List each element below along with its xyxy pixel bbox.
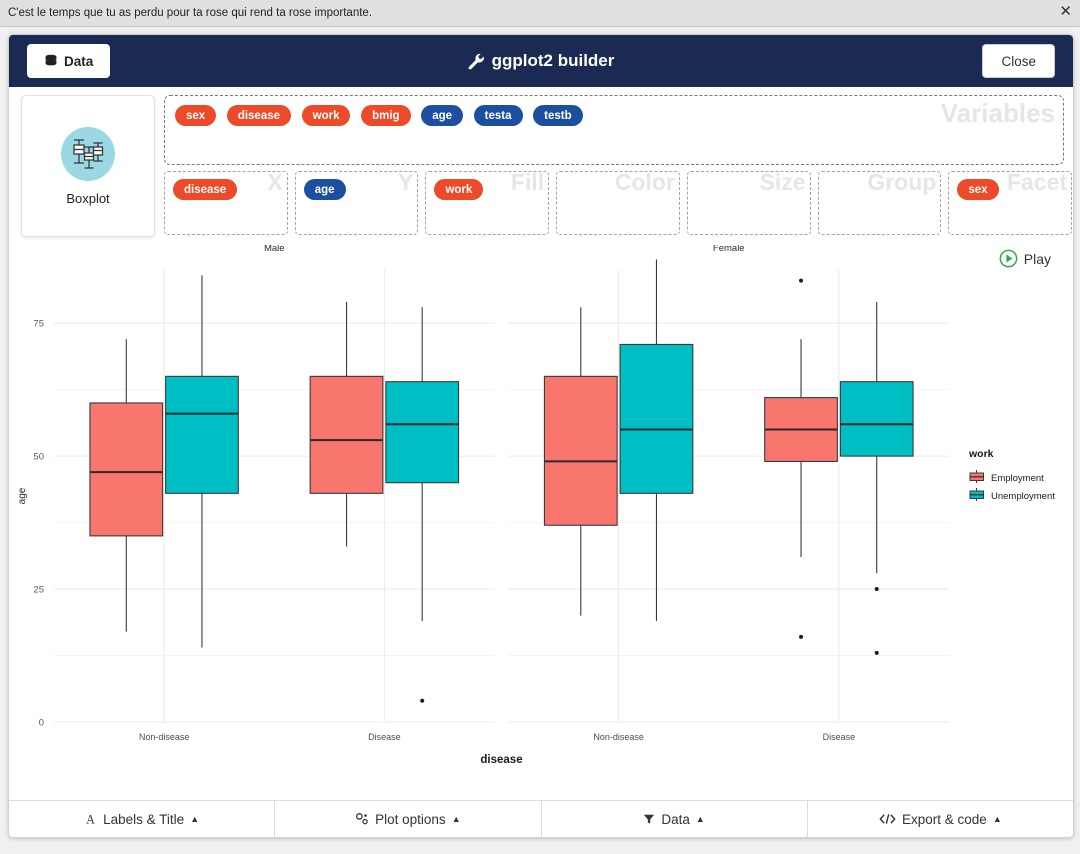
y-tick-label: 0 <box>39 718 44 729</box>
geom-card-boxplot[interactable]: Boxplot <box>21 95 155 237</box>
y-axis-title: age <box>17 487 28 504</box>
x-axis-title: disease <box>480 754 522 766</box>
database-icon <box>45 54 57 66</box>
slot-facet-pill[interactable]: sex <box>957 179 999 200</box>
slot-fill-pill[interactable]: work <box>434 179 484 200</box>
boxplot-box <box>309 375 384 494</box>
geom-label: Boxplot <box>66 190 110 206</box>
slot-x-watermark: X <box>267 171 283 195</box>
legend-title: work <box>968 448 994 460</box>
slot-y-pill[interactable]: age <box>303 179 346 200</box>
boxplot-outlier <box>874 587 879 592</box>
data-button-label: Data <box>64 53 94 69</box>
aesthetic-slots: X disease Y age Fill work Color Size Gro… <box>164 171 1073 235</box>
data-button[interactable]: Data <box>27 44 111 78</box>
legend-entry-label: Employment <box>991 473 1044 484</box>
notification-bar: C'est le temps que tu as perdu pour ta r… <box>0 0 1080 27</box>
boxplot-box <box>385 381 460 484</box>
modal-header: Data ggplot2 builder Close <box>9 35 1073 87</box>
footer-toolbar: A Labels & Title ▲ Plot options ▲ Data ▲ <box>9 800 1073 837</box>
chevron-up-icon: ▲ <box>695 814 705 824</box>
variable-pill-disease[interactable]: disease <box>226 105 292 126</box>
labels-title-button[interactable]: A Labels & Title ▲ <box>9 801 276 837</box>
variable-pill-sex[interactable]: sex <box>175 105 217 126</box>
export-code-button[interactable]: Export & code ▲ <box>808 801 1073 837</box>
y-tick-label: 50 <box>33 452 44 463</box>
x-tick-label: Disease <box>368 732 401 742</box>
boxplot-box <box>89 402 164 537</box>
slot-fill[interactable]: Fill work <box>425 171 550 235</box>
sliders-icon <box>356 813 368 825</box>
chevron-up-icon: ▲ <box>451 814 461 824</box>
export-code-label: Export & code <box>902 811 987 827</box>
data-options-label: Data <box>661 811 690 827</box>
close-icon[interactable]: ✕ <box>1059 4 1072 20</box>
slot-size[interactable]: Size <box>686 171 811 235</box>
notification-message: C'est le temps que tu as perdu pour ta r… <box>8 7 373 19</box>
slot-size-watermark: Size <box>759 171 806 195</box>
variable-pill-testb[interactable]: testb <box>533 105 583 126</box>
boxplot-outlier <box>799 278 804 283</box>
variable-pill-bmig[interactable]: bmig <box>361 105 411 126</box>
slot-group[interactable]: Group <box>817 171 942 235</box>
code-icon <box>879 814 896 824</box>
y-tick-label: 75 <box>33 319 44 330</box>
slot-fill-watermark: Fill <box>510 171 545 195</box>
font-icon: A <box>86 813 95 826</box>
boxplot-box <box>543 375 618 526</box>
y-tick-label: 25 <box>33 585 44 596</box>
facet-strip-label: Male <box>264 245 285 254</box>
x-tick-label: Non-disease <box>593 732 644 742</box>
plot-options-label: Plot options <box>375 811 446 827</box>
boxplot-box <box>839 381 914 457</box>
x-tick-label: Non-disease <box>139 732 190 742</box>
slot-y-watermark: Y <box>398 171 414 195</box>
boxplot-box <box>619 343 694 494</box>
boxplot-outlier <box>799 634 804 639</box>
slot-y[interactable]: Y age <box>294 171 419 235</box>
wrench-icon <box>468 53 484 69</box>
slot-x[interactable]: X disease <box>164 171 288 235</box>
plot-options-button[interactable]: Plot options ▲ <box>275 801 542 837</box>
slot-x-pill[interactable]: disease <box>173 179 238 200</box>
page-title: ggplot2 builder <box>9 51 1073 71</box>
legend-entry-label: Unemployment <box>991 491 1055 502</box>
variable-pill-work[interactable]: work <box>301 105 351 126</box>
x-tick-label: Disease <box>823 732 856 742</box>
slot-facet[interactable]: Facet sex <box>948 171 1073 235</box>
boxplot-icon <box>61 126 115 181</box>
slot-facet-watermark: Facet <box>1006 171 1068 195</box>
slot-group-watermark: Group <box>867 171 937 195</box>
variable-pill-age[interactable]: age <box>421 105 464 126</box>
plot-area: Play Male Non-disease Disease Female Non-dis… <box>9 245 1073 801</box>
close-button[interactable]: Close <box>982 44 1055 78</box>
slot-color[interactable]: Color <box>556 171 680 235</box>
variable-pill-testa[interactable]: testa <box>473 105 523 126</box>
data-options-button[interactable]: Data ▲ <box>542 801 808 837</box>
variables-dropzone[interactable]: Variables sex disease work bmig age test… <box>164 95 1064 165</box>
svg-text:A: A <box>86 813 95 826</box>
slot-color-watermark: Color <box>614 171 675 195</box>
chevron-up-icon: ▲ <box>190 814 200 824</box>
close-button-label: Close <box>1001 53 1036 69</box>
filter-icon <box>644 814 655 824</box>
variables-watermark: Variables <box>940 98 1055 128</box>
facet-strip-label: Female <box>713 245 745 254</box>
boxplot-box <box>165 375 239 494</box>
boxplot-outlier <box>874 650 879 655</box>
page-title-text: ggplot2 builder <box>491 51 615 70</box>
chevron-up-icon: ▲ <box>992 814 1002 824</box>
ggplot-builder-modal: Data ggplot2 builder Close Boxplot Varia… <box>8 34 1074 838</box>
labels-title-label: Labels & Title <box>103 811 185 827</box>
boxplot-chart: Male Non-disease Disease Female Non-disease D… <box>17 245 1055 766</box>
builder-area: Boxplot Variables sex disease work bmig … <box>9 87 1073 245</box>
boxplot-outlier <box>420 698 425 703</box>
